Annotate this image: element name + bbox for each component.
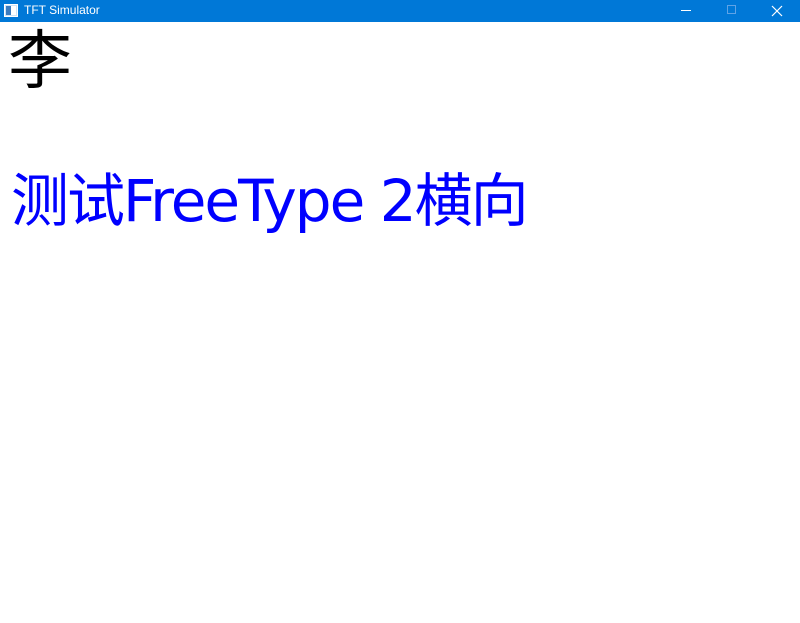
freetype-test-text: 测试FreeType 2横向 — [11, 167, 529, 235]
app-window: TFT Simulator 李 测试FreeType 2横向 — [0, 0, 800, 623]
simulator-canvas: 李 测试FreeType 2横向 — [0, 22, 800, 623]
window-title: TFT Simulator — [24, 3, 100, 17]
single-character-text: 李 — [8, 25, 72, 99]
minimize-icon — [681, 10, 691, 11]
title-bar[interactable]: TFT Simulator — [0, 0, 800, 22]
close-icon — [771, 5, 783, 17]
close-button[interactable] — [754, 0, 800, 22]
minimize-button[interactable] — [663, 0, 709, 22]
maximize-button[interactable] — [709, 0, 755, 22]
maximize-icon — [727, 5, 736, 14]
app-icon[interactable] — [4, 4, 18, 17]
